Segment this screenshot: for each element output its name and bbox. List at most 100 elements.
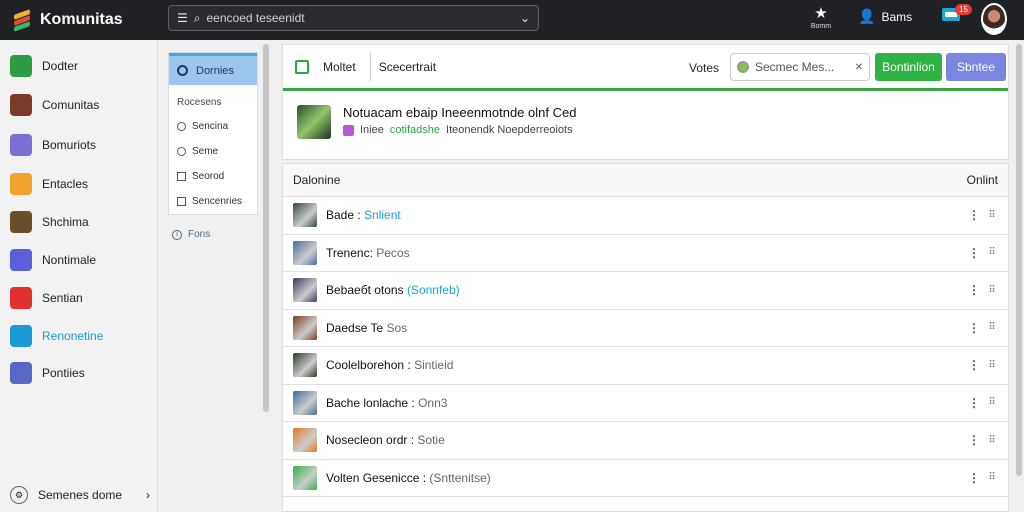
drag-handle-icon[interactable]: ⠿	[986, 322, 998, 333]
z-icon	[10, 362, 32, 384]
filter-option[interactable]: Sencina	[169, 114, 257, 139]
radio-button[interactable]	[177, 122, 186, 131]
votes-label[interactable]: Votes	[689, 61, 719, 75]
more-options-icon[interactable]: ⋮	[968, 396, 980, 410]
more-options-icon[interactable]: ⋮	[968, 208, 980, 222]
list-header: Dalonine Onlint	[283, 164, 1008, 197]
search-bar[interactable]: ☰ ⌕ eencoed teseenidt ⌄	[168, 5, 539, 31]
more-options-icon[interactable]: ⋮	[968, 283, 980, 297]
card-toolbar: Moltet Scecertrait Votes Secmeс Mes... ✕…	[283, 45, 1008, 91]
sidebar-item[interactable]: Entacles	[10, 171, 88, 197]
sidebar-item[interactable]: Dodter	[10, 53, 78, 79]
sidebar-footer[interactable]: ⚙ Semenes dome ›	[10, 486, 150, 504]
tab-scecertrait[interactable]: Scecertrait	[379, 60, 436, 74]
status-dot-icon	[737, 61, 749, 73]
filter-tab[interactable]: Dornies	[169, 53, 257, 85]
list-item[interactable]: Nosecleon ordr : Sotie ⋮ ⠿	[283, 422, 1008, 460]
member-status: (Snttenitse)	[429, 470, 491, 485]
search-input[interactable]: eencoed teseenidt	[207, 11, 514, 25]
game-avatar-icon	[10, 211, 32, 233]
member-name-text: Bebaeбt otons	[326, 283, 407, 298]
sidebar-item-label: Shchima	[42, 215, 89, 229]
home-icon	[10, 55, 32, 77]
sidebar-item[interactable]: Bomuriots	[10, 132, 96, 158]
filter-input-text: Secmeс Mes...	[755, 60, 835, 74]
close-icon[interactable]: ✕	[855, 62, 863, 73]
avatar[interactable]	[981, 3, 1007, 35]
drag-handle-icon[interactable]: ⠿	[986, 360, 998, 371]
member-name-text: Daedse Te	[326, 320, 387, 335]
drag-handle-icon[interactable]: ⠿	[986, 435, 998, 446]
more-options-icon[interactable]: ⋮	[968, 246, 980, 260]
notice-title[interactable]: Notuacam ebaip Ineeenmotnde olnf Ced	[343, 105, 576, 120]
list-item[interactable]: Volten Gesenicce : (Snttenitse) ⋮ ⠿	[283, 460, 1008, 497]
sidebar-item-label: Renonetine	[42, 329, 104, 343]
radio-button[interactable]	[177, 147, 186, 156]
member-status: Sotie	[417, 433, 445, 448]
share-icon	[10, 325, 32, 347]
list-item[interactable]: Bebaeбt otons (Sonnfeb) ⋮ ⠿	[283, 272, 1008, 310]
list-item[interactable]: Coolelborehon : Sintieid ⋮ ⠿	[283, 347, 1008, 385]
member-name-text: Bache lonlache :	[326, 395, 419, 410]
filter-info-link[interactable]: i Fons	[172, 229, 210, 240]
sidebar-item[interactable]: Sentian	[10, 285, 83, 311]
tab-moltet[interactable]: Moltet	[323, 60, 356, 74]
flag-icon	[10, 287, 32, 309]
member-name-text: Nosecleon ordr :	[326, 433, 418, 448]
filter-option[interactable]: Sencenries	[169, 189, 257, 214]
primary-action-button[interactable]: Bontinlion	[875, 53, 942, 81]
member-avatar	[293, 428, 317, 453]
list-item[interactable]: Daedse Te Sos ⋮ ⠿	[283, 310, 1008, 347]
user-icon: 👤	[858, 8, 876, 24]
more-options-icon[interactable]: ⋮	[968, 358, 980, 372]
member-list: Dalonine Onlint Bade : Snlient ⋮ ⠿ Trenenc:…	[282, 163, 1009, 512]
filter-tab-label: Dornies	[196, 64, 234, 77]
drag-handle-icon[interactable]: ⠿	[986, 285, 998, 296]
sidebar-item[interactable]: Renonetine	[10, 323, 103, 349]
list-header-right[interactable]: Onlint	[967, 173, 998, 187]
more-options-icon[interactable]: ⋮	[968, 433, 980, 447]
notice-sub-green[interactable]: cotifadshe	[390, 124, 440, 136]
sidebar-item[interactable]: Nontimale	[10, 247, 96, 273]
list-header-left: Dalonine	[293, 173, 341, 187]
filter-option[interactable]: Seorod	[169, 164, 257, 189]
checkbox[interactable]	[177, 172, 186, 181]
favorites-button[interactable]: ★ Bomm	[808, 4, 834, 30]
main-scrollbar[interactable]	[1016, 44, 1022, 476]
member-avatar	[293, 203, 317, 228]
filter-input[interactable]: Secmeс Mes... ✕	[730, 53, 870, 81]
member-name: Nosecleon ordr : Sotie	[326, 433, 962, 447]
drag-handle-icon[interactable]: ⠿	[986, 397, 998, 408]
member-status: Pecos	[376, 245, 410, 260]
filter-scrollbar[interactable]	[263, 44, 269, 412]
user-label: Bams	[881, 9, 913, 24]
menu-icon[interactable]: ☰	[177, 11, 188, 25]
sidebar-item-label: Dodter	[42, 59, 79, 73]
list-item[interactable]: Bache lonlache : Onn3 ⋮ ⠿	[283, 385, 1008, 422]
member-name-text: Bade :	[326, 208, 365, 223]
more-options-icon[interactable]: ⋮	[968, 471, 980, 485]
flag-icon	[10, 134, 32, 156]
logo-icon	[12, 9, 32, 32]
member-status: Snlient	[364, 208, 401, 223]
list-item[interactable]: Bade : Snlient ⋮ ⠿	[283, 197, 1008, 235]
member-status: Onn3	[418, 395, 448, 410]
member-avatar	[293, 390, 317, 415]
drag-handle-icon[interactable]: ⠿	[986, 472, 998, 483]
notice-sub-b: Iteonendk Noepderreoiots	[446, 124, 573, 136]
notice-sub-a: Iniee	[360, 124, 384, 136]
sidebar-item[interactable]: Shchima	[10, 209, 89, 235]
list-item[interactable]: Trenenc: Pecos ⋮ ⠿	[283, 235, 1008, 272]
checkbox[interactable]	[177, 197, 186, 206]
drag-handle-icon[interactable]: ⠿	[986, 210, 998, 221]
more-options-icon[interactable]: ⋮	[968, 321, 980, 335]
sidebar-item[interactable]: Comunitas	[10, 92, 99, 118]
community-header-card: Moltet Scecertrait Votes Secmeс Mes... ✕…	[282, 44, 1009, 160]
app-logo[interactable]: Komunitas	[0, 9, 160, 32]
chevron-down-icon[interactable]: ⌄	[520, 11, 530, 25]
filter-option[interactable]: Seme	[169, 139, 257, 164]
sidebar-item[interactable]: Pontiies	[10, 360, 85, 386]
drag-handle-icon[interactable]: ⠿	[986, 247, 998, 258]
secondary-action-button[interactable]: Sbntee	[946, 53, 1006, 81]
user-menu-button[interactable]: 👤 Bams	[858, 8, 912, 25]
